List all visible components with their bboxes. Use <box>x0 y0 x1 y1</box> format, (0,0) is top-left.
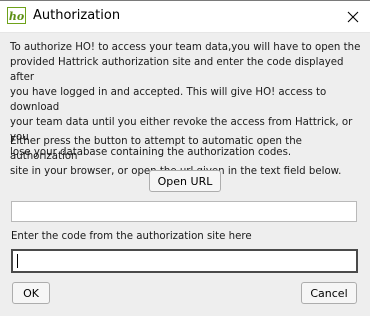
ho-app-icon: ho <box>7 7 26 24</box>
close-button[interactable] <box>336 2 370 32</box>
url-field[interactable] <box>11 201 357 222</box>
dialog-content: To authorize HO! to access your team dat… <box>0 33 370 316</box>
close-icon <box>347 11 359 23</box>
code-label: Enter the code from the authorization si… <box>11 231 252 242</box>
title-bar[interactable]: ho Authorization <box>0 1 370 33</box>
open-url-button[interactable]: Open URL <box>149 170 221 192</box>
cancel-button[interactable]: Cancel <box>301 282 357 304</box>
text-caret <box>17 254 18 268</box>
code-input[interactable] <box>11 249 358 273</box>
ok-button[interactable]: OK <box>12 282 50 304</box>
window-title: Authorization <box>33 8 121 23</box>
